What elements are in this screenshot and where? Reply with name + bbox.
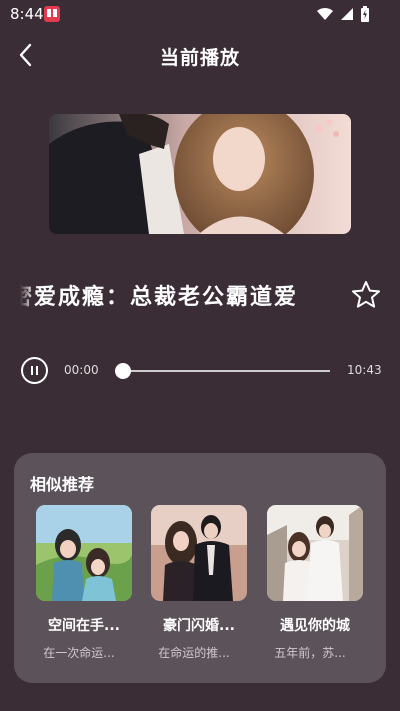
favorite-button[interactable] [350,279,382,311]
pause-icon-bar [36,366,38,375]
cell-signal-icon [341,8,353,20]
cover-art [151,505,247,601]
status-bar: 8:44 [0,0,400,28]
progress-knob[interactable] [115,363,131,379]
header: 当前播放 [0,30,400,80]
cover-art [49,114,351,234]
status-icons [316,6,370,22]
recommend-card-title: 空间在手... [48,618,120,634]
cover-art [267,505,363,601]
cover-art [36,505,132,601]
page-title: 当前播放 [159,47,240,69]
current-time: 00:00 [64,363,99,377]
recommend-card-desc: 在命运的推... [158,646,230,660]
battery-icon [361,6,369,22]
recommend-title: 相似推荐 [30,475,95,494]
recommend-card-title: 豪门闪婚... [163,618,235,634]
player-controls: 00:00 10:43 [0,350,400,390]
recommend-panel: 相似推荐 空间在手... 在一次命运... 豪门闪婚... 在命运的推... 遇… [14,453,386,683]
recommend-card-title: 遇见你的城 [280,618,350,634]
wifi-icon [317,7,333,20]
total-time: 10:43 [347,363,382,377]
track-title: 密爱成瘾：总裁老公霸道爱 [20,276,340,312]
track-title-text: 密爱成瘾：总裁老公霸道爱 [20,285,299,310]
pause-button[interactable] [21,357,48,384]
recommend-card-desc: 五年前，苏... [274,646,346,660]
status-time: 8:44 [10,5,44,23]
app-notification-icon [44,6,60,22]
recommend-card-desc: 在一次命运... [43,646,115,660]
star-outline-icon [352,281,380,308]
pause-icon [31,366,33,375]
progress-track[interactable] [122,370,330,372]
